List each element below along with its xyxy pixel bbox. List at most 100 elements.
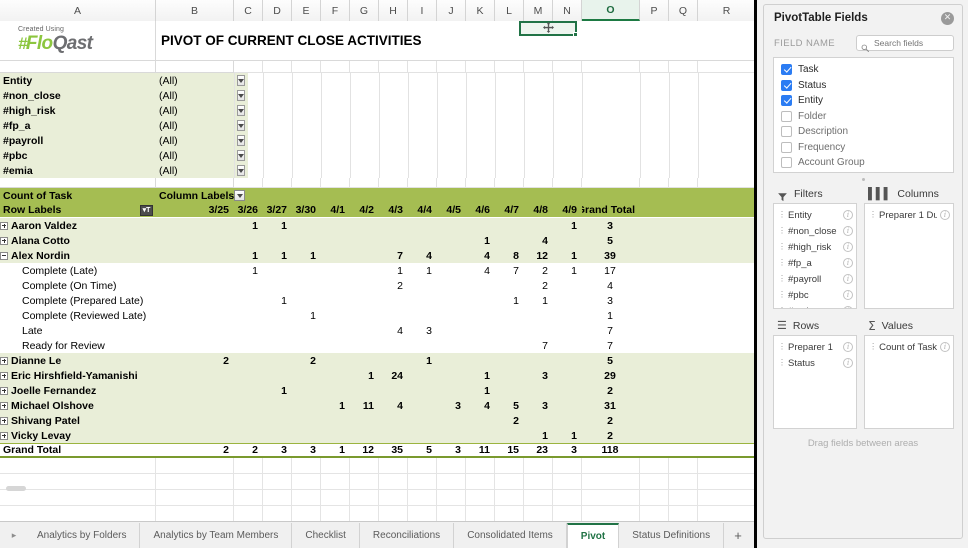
info-icon[interactable]: i [843, 242, 853, 252]
pivot-value-cell[interactable] [466, 218, 495, 233]
pivot-row-label[interactable]: Michael Olshove [0, 398, 156, 413]
pivot-value-cell[interactable]: 1 [350, 368, 379, 383]
pivot-value-cell[interactable] [466, 293, 495, 308]
pivot-value-cell[interactable]: 1 [263, 218, 292, 233]
checkbox-unchecked-icon[interactable] [781, 126, 792, 138]
filter-dropdown-button[interactable] [234, 103, 248, 118]
sheet-tab-checklist[interactable]: Checklist [292, 522, 360, 548]
blank-cell[interactable] [408, 474, 437, 490]
blank-cell[interactable] [669, 474, 698, 490]
blank-cell[interactable] [408, 458, 437, 474]
date-column-header[interactable]: 3/26 [234, 203, 263, 217]
grand-total-value-cell[interactable]: 5 [408, 444, 437, 456]
blank-cell[interactable] [234, 490, 263, 506]
drag-grip-icon[interactable]: ⋮ [778, 307, 786, 309]
pivot-value-cell[interactable] [234, 428, 263, 443]
blank-cell[interactable] [582, 178, 640, 188]
pivot-value-cell[interactable] [156, 398, 234, 413]
pivot-value-cell[interactable] [234, 293, 263, 308]
filters-item[interactable]: ⋮#emiai [774, 303, 856, 309]
info-icon[interactable]: i [843, 306, 853, 308]
filter-value[interactable]: (All) [156, 148, 234, 163]
values-area-box[interactable]: ⋮ Count of Task i [864, 335, 954, 429]
pivot-value-cell[interactable] [321, 233, 350, 248]
sheet-tab-analytics-by-team-members[interactable]: Analytics by Team Members [140, 522, 293, 548]
pivot-value-cell[interactable] [379, 383, 408, 398]
pivot-value-cell[interactable] [234, 278, 263, 293]
column-labels-caption[interactable]: Column Labels [156, 188, 234, 203]
pivot-value-cell[interactable]: 4 [408, 248, 437, 263]
pivot-row-total[interactable]: 4 [582, 278, 640, 293]
pivot-value-cell[interactable] [156, 383, 234, 398]
pivot-value-cell[interactable] [292, 338, 321, 353]
pivot-row-label[interactable]: Complete (On Time) [0, 278, 156, 293]
filters-item[interactable]: ⋮ #high_risk i [774, 239, 856, 255]
pivot-value-cell[interactable] [495, 308, 524, 323]
pivot-value-cell[interactable] [350, 263, 379, 278]
pivot-value-cell[interactable]: 2 [292, 353, 321, 368]
column-header-B[interactable]: B [156, 0, 234, 21]
pivot-row-label[interactable]: Complete (Prepared Late) [0, 293, 156, 308]
pivot-value-cell[interactable] [437, 278, 466, 293]
field-list-item[interactable]: Frequency [774, 140, 953, 156]
pivot-value-cell[interactable] [234, 368, 263, 383]
pivot-value-cell[interactable] [437, 428, 466, 443]
filter-value[interactable]: (All) [156, 73, 234, 88]
blank-cell[interactable] [582, 506, 640, 522]
pivot-value-cell[interactable] [437, 248, 466, 263]
pivot-value-cell[interactable] [495, 323, 524, 338]
column-header-A[interactable]: A [0, 0, 156, 21]
blank-cell[interactable] [553, 178, 582, 188]
filter-dropdown-button[interactable] [234, 148, 248, 163]
pivot-value-cell[interactable] [408, 398, 437, 413]
grand-total-value-cell[interactable]: 2 [156, 444, 234, 456]
blank-cell[interactable] [379, 506, 408, 522]
blank-cell[interactable] [379, 474, 408, 490]
pivot-value-cell[interactable]: 1 [524, 293, 553, 308]
pivot-value-cell[interactable] [466, 413, 495, 428]
pivot-row-label[interactable]: Joelle Fernandez [0, 383, 156, 398]
blank-cell[interactable] [408, 490, 437, 506]
pivot-value-cell[interactable]: 2 [156, 353, 234, 368]
grand-total-value-cell[interactable]: 2 [234, 444, 263, 456]
row-labels-caption[interactable]: Row Labels [0, 203, 140, 217]
blank-cell[interactable] [466, 506, 495, 522]
pivot-value-cell[interactable]: 1 [553, 428, 582, 443]
blank-cell[interactable] [292, 474, 321, 490]
pivot-value-cell[interactable] [408, 338, 437, 353]
pivot-row-label[interactable]: Aaron Valdez [0, 218, 156, 233]
pivot-value-cell[interactable] [156, 323, 234, 338]
grand-total-column-header[interactable]: Grand Total [582, 203, 640, 217]
sheet-tab-consolidated-items[interactable]: Consolidated Items [454, 522, 567, 548]
pivot-value-cell[interactable] [292, 278, 321, 293]
blank-cell[interactable] [466, 490, 495, 506]
pivot-value-cell[interactable] [350, 428, 379, 443]
grand-total-value-cell[interactable]: 35 [379, 444, 408, 456]
rows-area-box[interactable]: ⋮ Preparer 1 i ⋮ Status i [773, 335, 858, 429]
blank-cell[interactable] [437, 474, 466, 490]
pivot-value-cell[interactable] [379, 218, 408, 233]
blank-cell[interactable] [234, 61, 263, 73]
pivot-value-cell[interactable] [524, 308, 553, 323]
pivot-value-cell[interactable] [292, 383, 321, 398]
pivot-value-cell[interactable] [321, 368, 350, 383]
filter-value[interactable]: (All) [156, 103, 234, 118]
drag-grip-icon[interactable]: ⋮ [778, 275, 786, 283]
blank-cell[interactable] [0, 458, 156, 474]
pivot-value-cell[interactable] [466, 278, 495, 293]
blank-cell[interactable] [524, 474, 553, 490]
pivot-value-cell[interactable]: 7 [495, 263, 524, 278]
pivot-value-cell[interactable] [263, 278, 292, 293]
pivot-value-cell[interactable]: 1 [263, 248, 292, 263]
pivot-value-cell[interactable] [553, 293, 582, 308]
pivot-value-cell[interactable]: 3 [524, 368, 553, 383]
info-icon[interactable]: i [940, 210, 950, 220]
pivot-value-cell[interactable] [263, 353, 292, 368]
date-column-header[interactable]: 4/7 [495, 203, 524, 217]
column-header-D[interactable]: D [263, 0, 292, 21]
blank-cell[interactable] [379, 490, 408, 506]
pivot-value-cell[interactable]: 7 [524, 338, 553, 353]
pivot-value-cell[interactable] [379, 293, 408, 308]
pivot-value-cell[interactable] [350, 233, 379, 248]
blank-cell[interactable] [408, 506, 437, 522]
